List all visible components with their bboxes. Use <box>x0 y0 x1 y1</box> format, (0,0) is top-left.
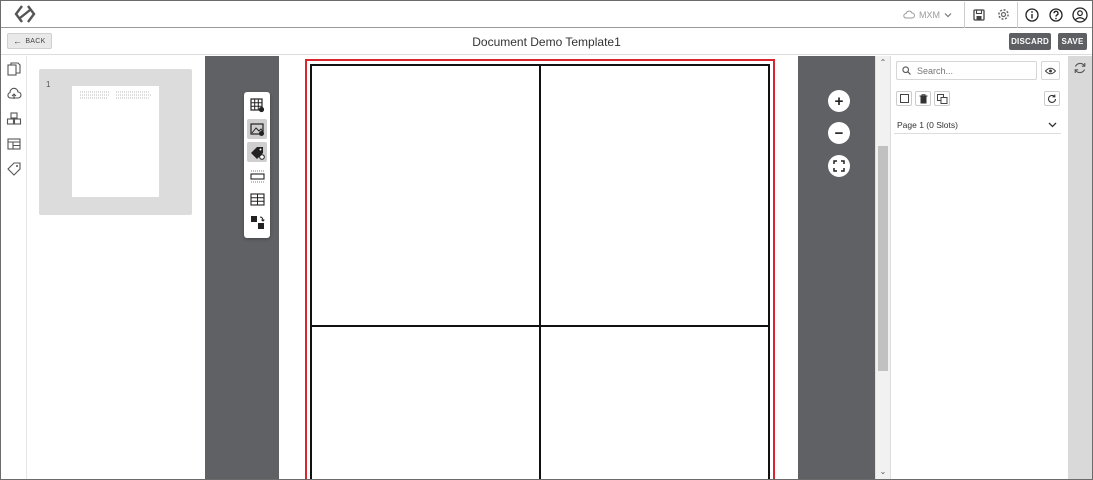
editor-canvas[interactable]: + − <box>205 56 875 479</box>
table-tool[interactable] <box>247 189 267 209</box>
divider <box>964 1 965 28</box>
refresh-icon <box>1048 94 1057 103</box>
user-icon[interactable] <box>1068 1 1092 28</box>
app-window: MXM ← BACK Document Demo Template1 DISCA… <box>0 0 1093 480</box>
components-icon[interactable] <box>6 111 22 127</box>
swap-icon <box>250 215 265 229</box>
table-icon <box>249 192 265 206</box>
chevron-down-icon <box>1048 122 1057 127</box>
discard-button[interactable]: DISCARD <box>1009 33 1051 50</box>
fit-screen-icon <box>833 160 845 172</box>
scrollbar-thumb[interactable] <box>878 146 888 371</box>
fit-screen-button[interactable] <box>828 155 850 177</box>
checkbox-icon <box>899 94 909 103</box>
divider <box>1017 1 1018 28</box>
duplicate-button[interactable] <box>934 91 950 106</box>
left-icon-rail <box>1 56 27 479</box>
cloud-upload-icon[interactable] <box>6 86 22 102</box>
org-name: MXM <box>919 9 940 20</box>
header-bar: ← BACK Document Demo Template1 DISCARD S… <box>1 28 1092 55</box>
image-slot-icon <box>249 122 264 136</box>
page-thumbnail[interactable] <box>72 86 159 197</box>
grid-cell[interactable] <box>540 325 769 479</box>
pages-icon[interactable] <box>6 61 22 77</box>
page-thumbnail-card[interactable]: 1 <box>39 69 192 215</box>
page-thumbnail-preview <box>80 91 152 99</box>
select-all-checkbox[interactable] <box>896 91 912 106</box>
grid-cell[interactable] <box>311 65 540 327</box>
grid-cell[interactable] <box>540 65 769 327</box>
grid-cell[interactable] <box>311 325 540 479</box>
cloud-icon <box>903 10 915 18</box>
delete-button[interactable] <box>915 91 931 106</box>
canvas-scrollbar[interactable]: ⌃ ⌄ <box>875 56 890 479</box>
tag-slot-icon <box>250 146 265 160</box>
gear-icon[interactable] <box>991 1 1015 28</box>
app-logo-icon[interactable] <box>13 4 37 24</box>
pages-panel: 1 <box>27 56 205 479</box>
sync-icon[interactable] <box>1073 61 1087 75</box>
zoom-in-button[interactable]: + <box>828 90 850 112</box>
scroll-up-arrow[interactable]: ⌃ <box>878 58 888 67</box>
info-icon[interactable] <box>1020 1 1044 28</box>
tag-icon[interactable] <box>6 161 22 177</box>
chevron-down-icon <box>944 12 952 17</box>
scroll-down-arrow[interactable]: ⌄ <box>878 467 888 476</box>
eye-icon <box>1045 67 1056 74</box>
row-layout-tool[interactable] <box>247 166 267 186</box>
layout-icon[interactable] <box>6 136 22 152</box>
save-button[interactable]: SAVE <box>1058 33 1087 50</box>
top-bar: MXM <box>1 1 1092 28</box>
grid-slot-tool[interactable] <box>247 95 267 115</box>
org-switcher[interactable]: MXM <box>903 1 962 28</box>
swap-tool[interactable] <box>247 212 267 232</box>
page-number: 1 <box>46 80 51 89</box>
refresh-button[interactable] <box>1044 91 1060 106</box>
search-input[interactable] <box>917 65 1027 76</box>
page-section-label: Page 1 (0 Slots) <box>897 119 958 130</box>
trash-icon <box>919 93 927 103</box>
page-section-header[interactable]: Page 1 (0 Slots) <box>894 116 1061 134</box>
image-slot-tool[interactable] <box>247 119 267 139</box>
tool-palette <box>244 92 270 238</box>
slots-panel: Page 1 (0 Slots) <box>890 56 1068 479</box>
visibility-toggle-button[interactable] <box>1041 61 1060 80</box>
duplicate-icon <box>936 93 947 104</box>
page-title: Document Demo Template1 <box>472 35 621 49</box>
right-rail <box>1068 56 1092 479</box>
search-icon <box>902 66 911 75</box>
save-disk-icon[interactable] <box>967 1 991 28</box>
slot-grid[interactable] <box>310 64 770 479</box>
grid-slot-icon <box>249 97 264 112</box>
row-layout-icon <box>249 170 265 182</box>
zoom-out-button[interactable]: − <box>828 122 850 144</box>
tag-slot-tool[interactable] <box>247 142 267 162</box>
help-icon[interactable] <box>1044 1 1068 28</box>
search-box[interactable] <box>896 61 1037 80</box>
